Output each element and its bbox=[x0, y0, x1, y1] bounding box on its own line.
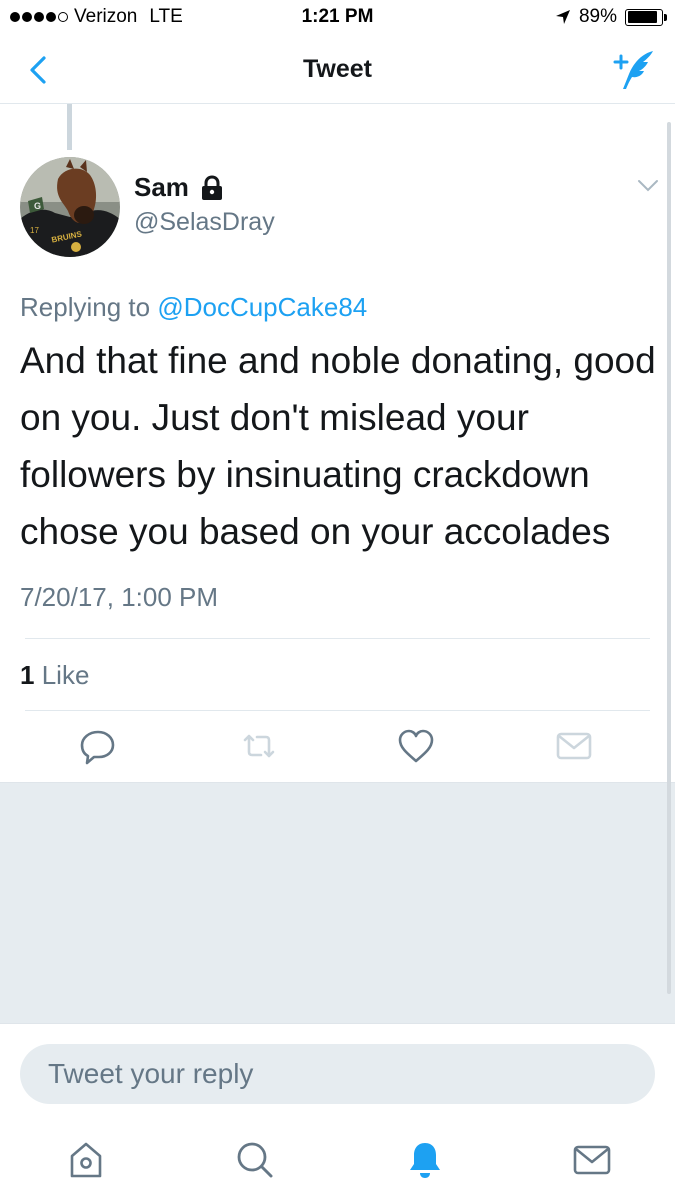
svg-text:G: G bbox=[34, 201, 41, 211]
direct-message-icon[interactable] bbox=[554, 726, 594, 766]
location-arrow-icon bbox=[555, 10, 570, 24]
likes-count-link[interactable]: 1 Like bbox=[20, 660, 89, 691]
svg-text:17: 17 bbox=[30, 226, 39, 235]
replying-to-line: Replying to @DocCupCake84 bbox=[20, 292, 367, 323]
divider bbox=[25, 710, 650, 711]
search-icon[interactable] bbox=[234, 1139, 274, 1181]
compose-tweet-icon[interactable] bbox=[611, 48, 657, 92]
notifications-icon[interactable] bbox=[405, 1139, 445, 1181]
heart-icon[interactable] bbox=[396, 726, 436, 766]
navigation-bar: Tweet bbox=[0, 36, 675, 104]
status-right: 89% bbox=[555, 6, 667, 28]
thread-connector-line bbox=[67, 104, 72, 150]
tab-bar bbox=[0, 1123, 675, 1200]
chevron-down-icon[interactable] bbox=[636, 176, 660, 196]
reply-input[interactable]: Tweet your reply bbox=[20, 1044, 655, 1104]
divider bbox=[25, 638, 650, 639]
avatar-image: G 17 BRUINS bbox=[20, 157, 120, 257]
like-count: 1 bbox=[20, 660, 35, 690]
status-bar: Verizon LTE 1:21 PM 89% bbox=[0, 0, 675, 36]
replying-to-prefix: Replying to bbox=[20, 292, 151, 322]
author-name-row: Sam bbox=[134, 172, 225, 203]
battery-level-fill bbox=[627, 11, 657, 23]
avatar[interactable]: G 17 BRUINS bbox=[20, 157, 120, 257]
tweet-text: And that fine and noble donating, good o… bbox=[20, 340, 656, 552]
reply-bar: Tweet your reply bbox=[0, 1023, 675, 1123]
scrollbar[interactable] bbox=[667, 122, 671, 994]
tweet-actions bbox=[0, 726, 675, 766]
battery-icon bbox=[625, 8, 667, 26]
page-title: Tweet bbox=[303, 55, 372, 83]
lock-icon bbox=[201, 174, 222, 200]
replying-to-handle-link[interactable]: @DocCupCake84 bbox=[157, 292, 367, 322]
battery-percent: 89% bbox=[578, 6, 617, 27]
home-icon[interactable] bbox=[66, 1139, 106, 1181]
empty-replies-area bbox=[0, 782, 675, 1023]
retweet-icon[interactable] bbox=[239, 726, 279, 766]
author-handle[interactable]: @SelasDray bbox=[134, 208, 275, 237]
author-name[interactable]: Sam bbox=[134, 172, 189, 203]
like-label: Like bbox=[41, 660, 90, 690]
messages-icon[interactable] bbox=[572, 1139, 612, 1181]
reply-icon[interactable] bbox=[78, 726, 118, 766]
tweet-timestamp[interactable]: 7/20/17, 1:00 PM bbox=[20, 582, 218, 613]
